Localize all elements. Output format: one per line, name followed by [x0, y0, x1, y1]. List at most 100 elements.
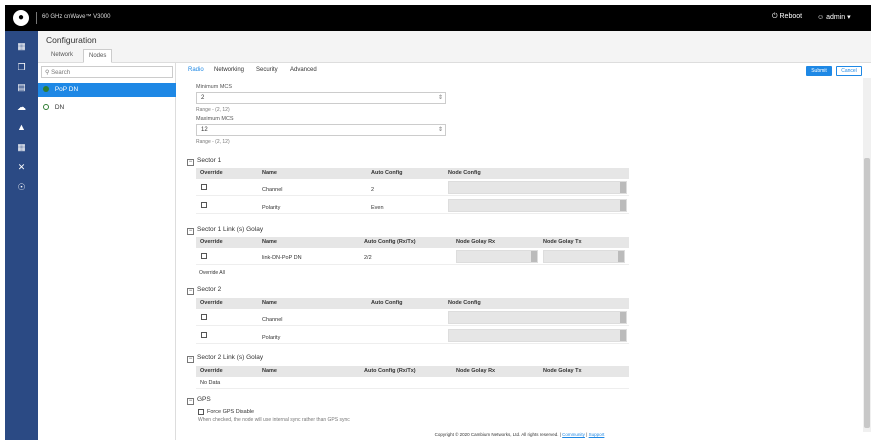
tab-security[interactable]: Security — [256, 67, 278, 73]
top-bar: ● 60 GHz cnWave™ V3000 ⏻ Reboot ☺ admin … — [5, 5, 871, 31]
tab-network[interactable]: Network — [46, 49, 78, 63]
collapse-icon: − — [187, 288, 194, 295]
override-checkbox[interactable] — [201, 332, 207, 338]
document-icon[interactable]: ▤ — [15, 81, 28, 94]
cloud-icon[interactable]: ☁ — [15, 101, 28, 114]
row-name: Polarity — [262, 335, 281, 341]
copy-icon[interactable]: ❐ — [15, 61, 28, 74]
override-checkbox[interactable] — [201, 314, 207, 320]
footer-separator: | — [559, 432, 561, 437]
col-header: Node Config — [448, 170, 481, 176]
row-auto: Even — [371, 205, 384, 211]
col-header: Name — [262, 239, 277, 245]
override-checkbox[interactable] — [201, 253, 207, 259]
col-header: Node Golay Rx — [456, 239, 496, 245]
min-mcs-field[interactable]: 2 ⇕ — [196, 92, 446, 104]
node-config-select[interactable] — [448, 199, 627, 212]
wireless-icon[interactable]: ☉ — [15, 181, 28, 194]
collapse-icon: − — [187, 398, 194, 405]
footer-separator: | — [586, 432, 588, 437]
tab-networking[interactable]: Networking — [214, 67, 244, 73]
tab-nodes[interactable]: Nodes — [83, 49, 113, 63]
row-name: link-DN-PoP DN — [262, 255, 302, 261]
support-link[interactable]: Support — [589, 432, 605, 437]
dashboard-icon[interactable]: ▦ — [15, 40, 28, 53]
tab-advanced[interactable]: Advanced — [290, 67, 317, 73]
col-header: Node Config — [448, 300, 481, 306]
node-config-select[interactable] — [448, 329, 627, 342]
scrollbar-thumb[interactable] — [864, 158, 870, 428]
col-header: Name — [262, 300, 277, 306]
tree-node-pop-dn[interactable]: PoP DN — [38, 83, 176, 97]
node-config-select[interactable] — [448, 181, 627, 194]
sector2-golay-toggle[interactable]: − Sector 2 Link (s) Golay — [187, 354, 263, 363]
scrollbar[interactable] — [863, 78, 871, 432]
sector1-golay-toggle[interactable]: − Sector 1 Link (s) Golay — [187, 226, 263, 235]
row-name: Polarity — [262, 205, 281, 211]
col-header: Auto Config (Rx/Tx) — [364, 239, 416, 245]
search-input[interactable]: ⚲ Search — [41, 66, 173, 78]
cancel-button[interactable]: Cancel — [836, 66, 862, 76]
search-placeholder: Search — [51, 70, 71, 76]
col-header: Auto Config (Rx/Tx) — [364, 368, 416, 374]
calendar-icon[interactable]: ▦ — [15, 141, 28, 154]
col-header: Name — [262, 368, 277, 374]
community-link[interactable]: Community — [562, 432, 585, 437]
golay-rx-select[interactable] — [456, 250, 538, 263]
product-name: 60 GHz cnWave™ V3000 — [42, 14, 111, 20]
override-checkbox[interactable] — [201, 202, 207, 208]
sector2-toggle[interactable]: − Sector 2 — [187, 286, 221, 295]
table-row: Polarity Even — [196, 197, 629, 214]
no-data-text: No Data — [200, 380, 221, 386]
sector2-title: Sector 2 — [197, 286, 222, 293]
col-header: Auto Config — [371, 300, 403, 306]
admin-menu[interactable]: ☺ admin ▾ — [817, 13, 851, 21]
reboot-button[interactable]: ⏻ Reboot — [772, 13, 802, 21]
spinner-icon[interactable]: ⇕ — [438, 94, 443, 101]
gps-toggle[interactable]: − GPS — [187, 396, 211, 405]
sector2-golay-title: Sector 2 Link (s) Golay — [197, 354, 264, 361]
row-auto: 2/2 — [364, 255, 372, 261]
tab-radio[interactable]: Radio — [188, 67, 204, 73]
app-window: ● 60 GHz cnWave™ V3000 ⏻ Reboot ☺ admin … — [5, 5, 871, 440]
dropdown-icon — [620, 200, 626, 211]
collapse-icon: − — [187, 356, 194, 363]
cambium-logo-icon: ● — [13, 10, 29, 26]
node-tree: ⚲ Search PoP DN DN — [38, 63, 176, 440]
tree-node-label: PoP DN — [54, 86, 79, 93]
copyright-text: Copyright © 2020 Cambium Networks, Ltd. … — [434, 432, 559, 437]
override-all-link[interactable]: Override All — [199, 270, 225, 276]
sector1-toggle[interactable]: − Sector 1 — [187, 157, 221, 166]
force-gps-disable-checkbox[interactable] — [198, 409, 204, 415]
min-mcs-value: 2 — [201, 95, 205, 101]
tree-node-dn[interactable]: DN — [38, 101, 176, 115]
col-header: Override — [200, 239, 223, 245]
node-status-icon — [43, 104, 49, 110]
col-header: Auto Config — [371, 170, 403, 176]
main-panel: Radio Networking Security Advanced Submi… — [176, 63, 871, 440]
max-mcs-field[interactable]: 12 ⇕ — [196, 124, 446, 136]
col-header: Name — [262, 170, 277, 176]
min-mcs-label: Minimum MCS — [196, 84, 233, 90]
col-header: Override — [200, 170, 223, 176]
config-tabs: Radio Networking Security Advanced Submi… — [176, 63, 871, 78]
footer: Copyright © 2020 Cambium Networks, Ltd. … — [176, 432, 863, 440]
tools-icon[interactable]: ✕ — [15, 161, 28, 174]
sector1-title: Sector 1 — [197, 157, 222, 164]
sidebar: ▦ ❐ ▤ ☁ ▲ ▦ ✕ ☉ — [5, 31, 38, 440]
col-header: Node Golay Rx — [456, 368, 496, 374]
dropdown-icon — [618, 251, 624, 262]
row-name: Channel — [262, 187, 283, 193]
dropdown-icon — [620, 312, 626, 323]
spinner-icon[interactable]: ⇕ — [438, 126, 443, 133]
golay-tx-select[interactable] — [543, 250, 625, 263]
node-config-select[interactable] — [448, 311, 627, 324]
bell-icon[interactable]: ▲ — [15, 121, 28, 134]
dropdown-icon — [531, 251, 537, 262]
col-header: Override — [200, 300, 223, 306]
collapse-icon: − — [187, 228, 194, 235]
search-icon: ⚲ — [45, 70, 50, 76]
table-row: Channel 2 — [196, 179, 629, 196]
override-checkbox[interactable] — [201, 184, 207, 190]
submit-button[interactable]: Submit — [806, 66, 832, 76]
